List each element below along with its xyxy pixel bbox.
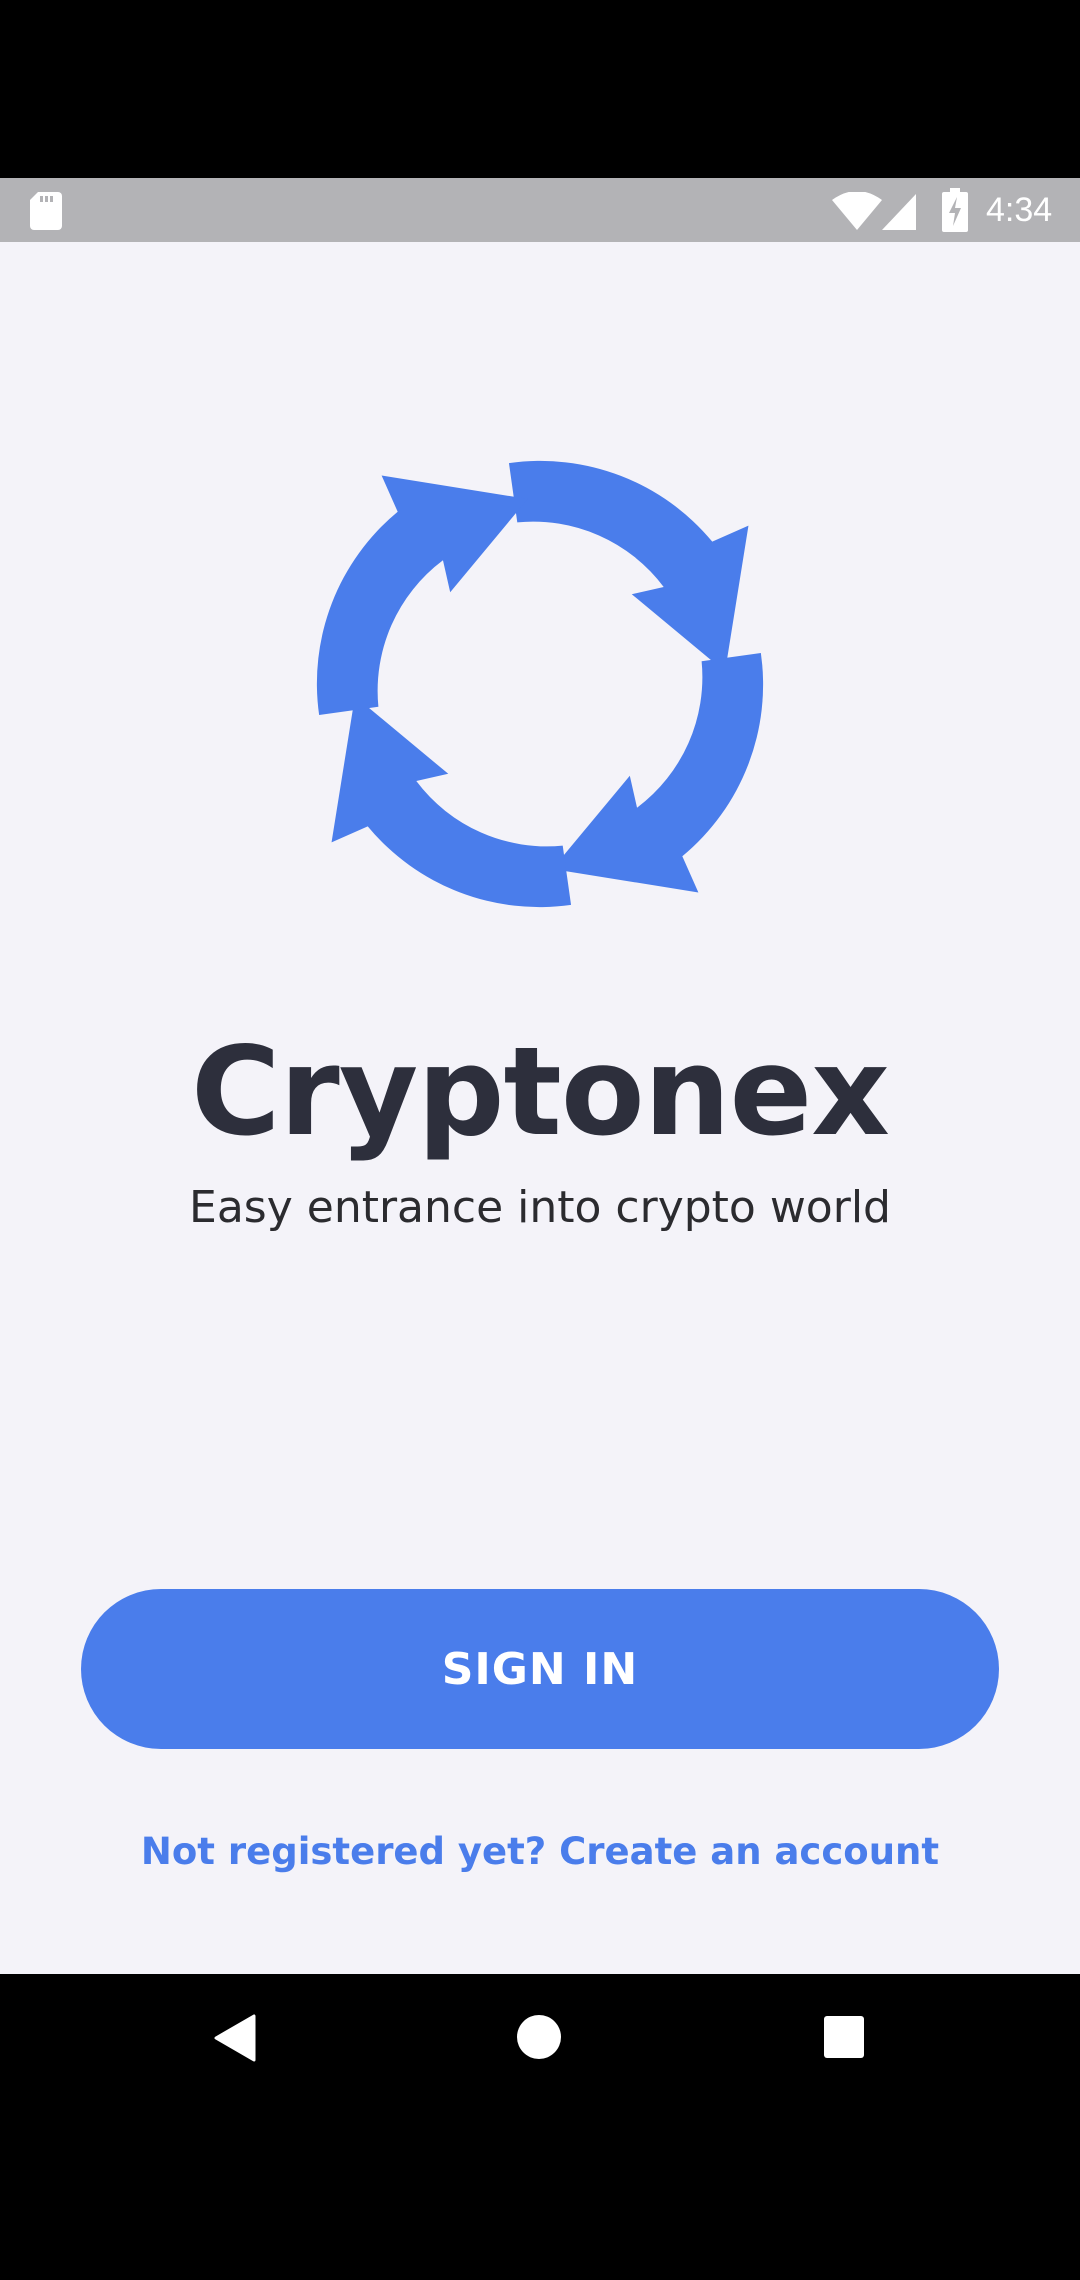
status-bar: 4:34 (0, 178, 1080, 242)
sd-card-icon (30, 192, 62, 230)
circular-arrows-logo-icon (287, 431, 793, 937)
welcome-screen: Cryptonex Easy entrance into crypto worl… (0, 242, 1080, 1974)
back-icon[interactable] (214, 2014, 258, 2062)
tagline: Easy entrance into crypto world (189, 1182, 891, 1233)
create-account-link[interactable]: Not registered yet? Create an account (0, 1827, 1080, 1877)
battery-charging-icon (942, 188, 968, 232)
home-icon[interactable] (516, 2014, 562, 2060)
wifi-icon (832, 192, 882, 230)
sign-in-button[interactable]: SIGN IN (81, 1589, 999, 1749)
bottom-black-area (0, 2104, 1080, 2280)
brand-name: Cryptonex (191, 1021, 890, 1163)
status-time: 4:34 (986, 191, 1053, 229)
navigation-bar (0, 1974, 1080, 2104)
top-black-area (0, 0, 1080, 178)
recents-icon[interactable] (824, 2016, 864, 2058)
cell-signal-icon (882, 194, 916, 230)
